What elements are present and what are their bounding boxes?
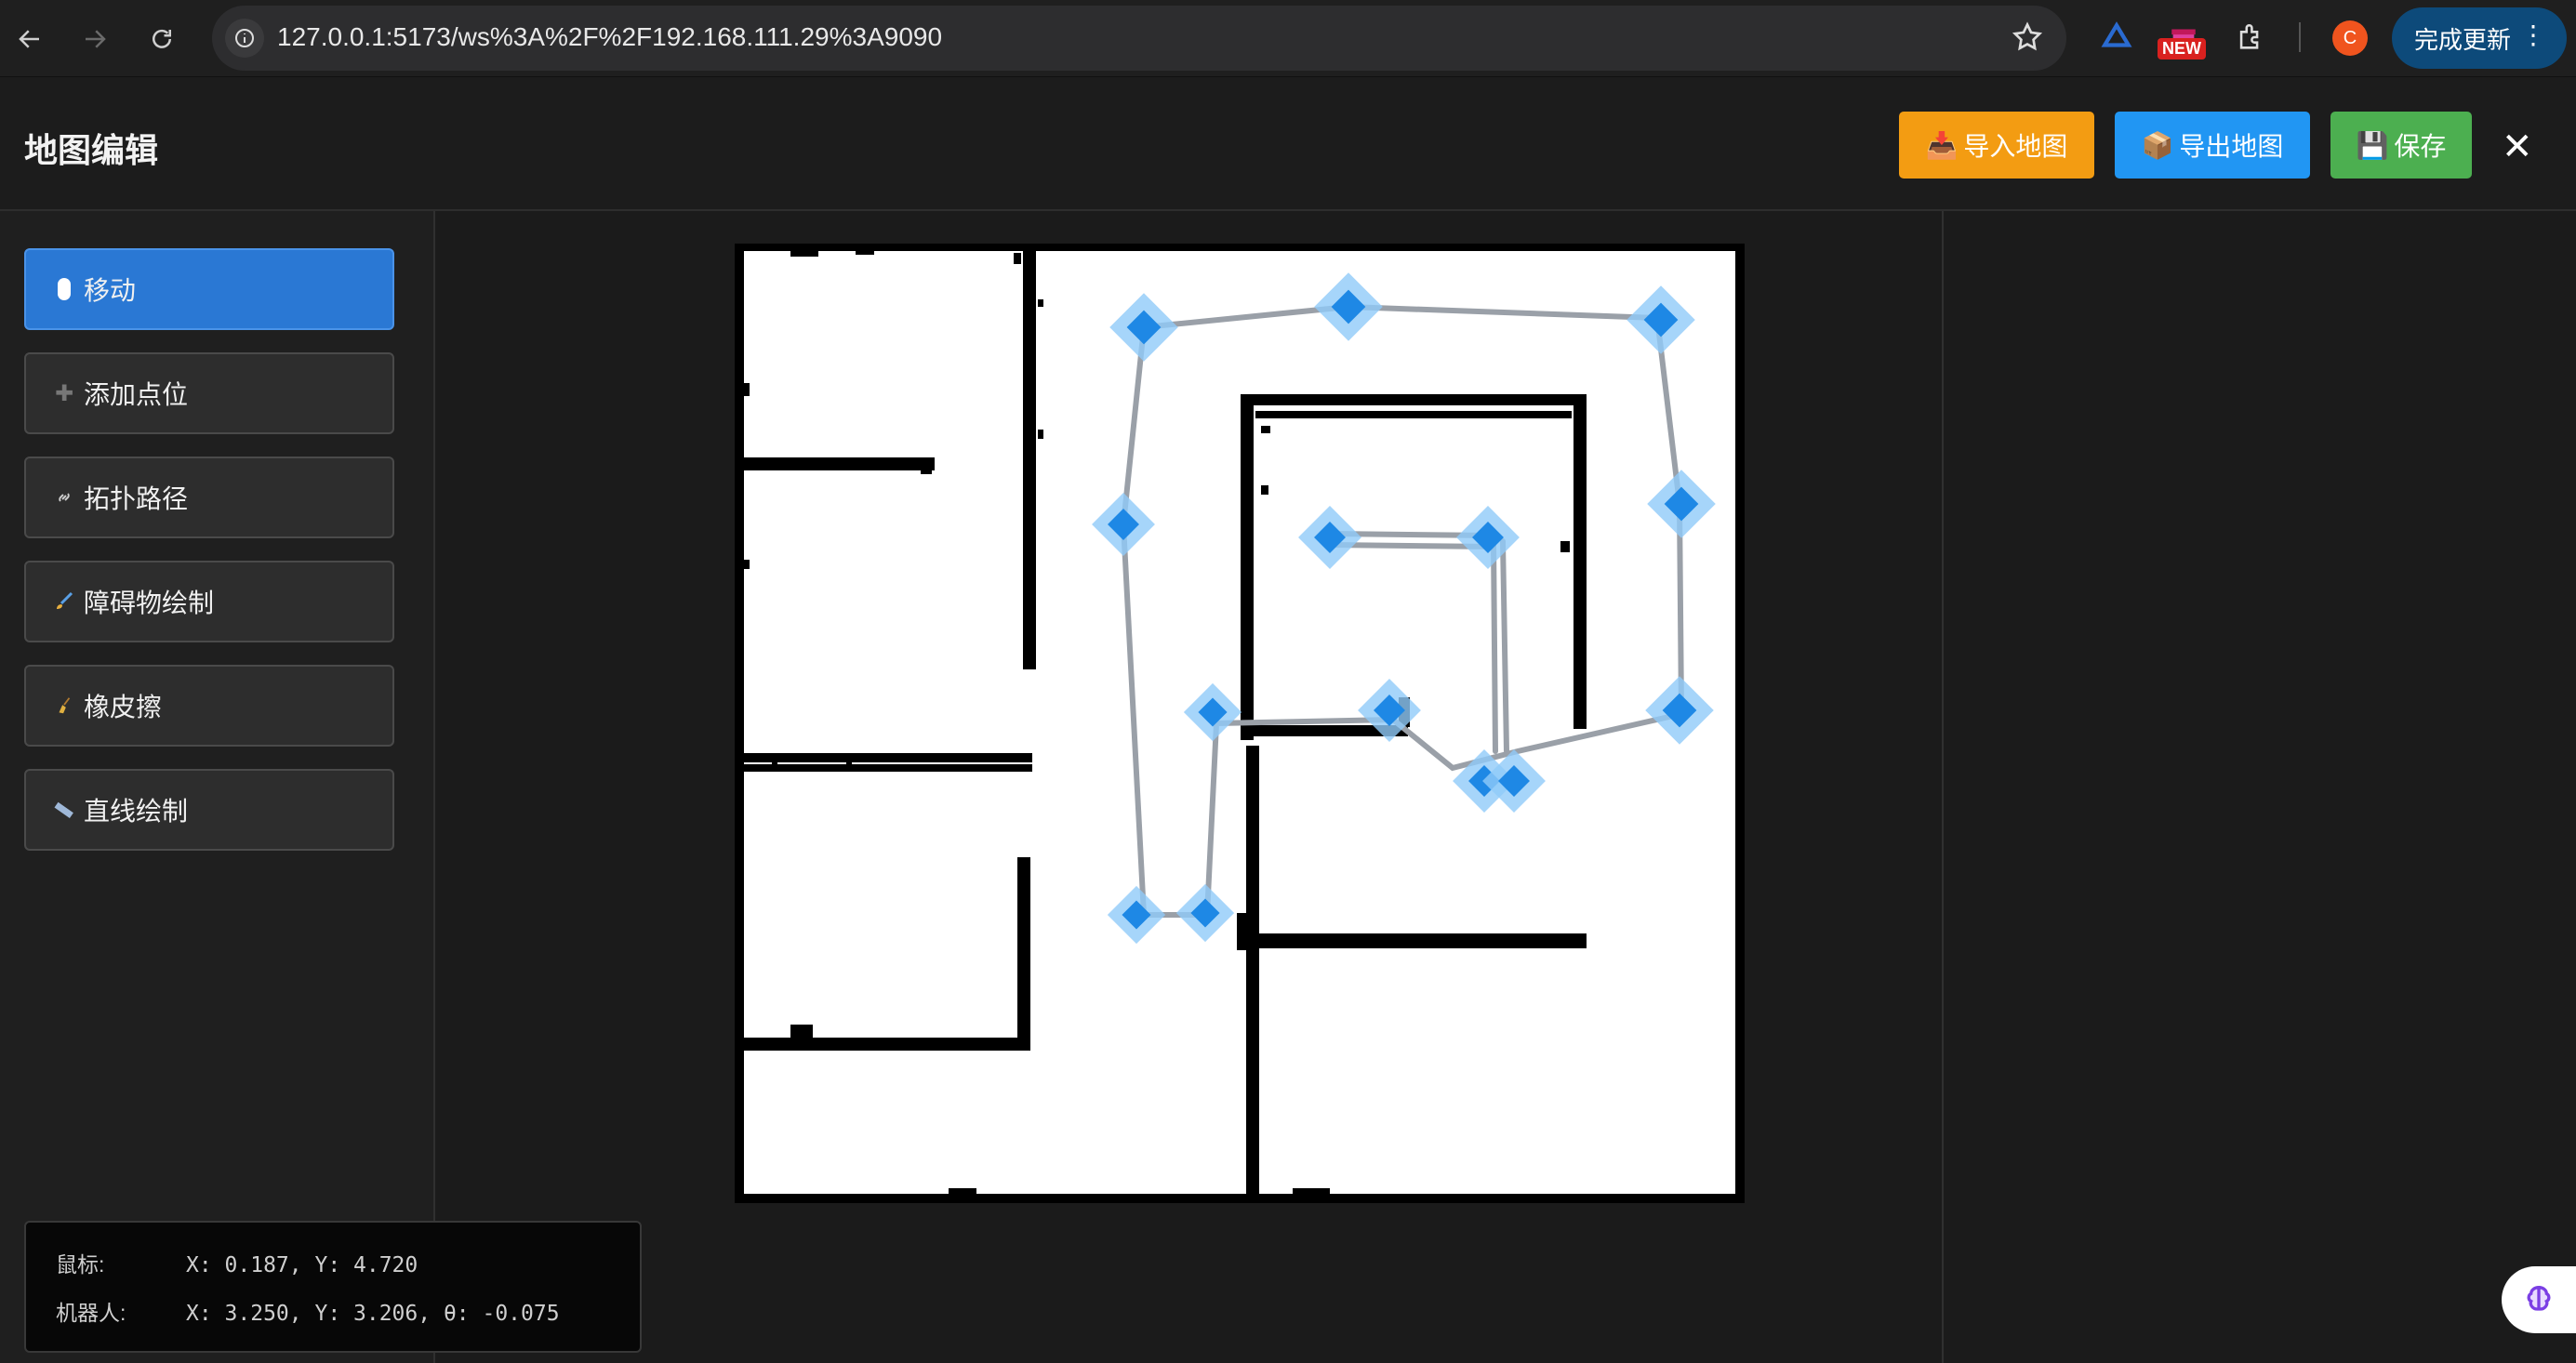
plus-icon: ✚ — [54, 380, 74, 406]
save-label: 保存 — [2394, 132, 2447, 161]
waypoint-nodes[interactable] — [1092, 272, 1716, 945]
browser-toolbar: 127.0.0.1:5173/ws%3A%2F%2F192.168.111.29… — [0, 0, 2576, 77]
waypoint-node[interactable] — [1645, 676, 1714, 745]
bookmark-star-icon[interactable] — [2011, 20, 2044, 54]
close-icon[interactable]: ✕ — [2502, 126, 2533, 168]
tool-eraser[interactable]: 橡皮擦 — [24, 665, 394, 747]
update-label: 完成更新 — [2414, 25, 2512, 54]
reload-icon[interactable] — [139, 17, 184, 61]
forward-icon[interactable] — [73, 17, 117, 61]
tool-label: 障碍物绘制 — [84, 589, 215, 617]
coordinate-status: 鼠标: X: 0.187, Y: 4.720 机器人: X: 3.250, Y: 3… — [24, 1221, 642, 1353]
menu-dots-icon[interactable]: ⋮ — [2520, 22, 2546, 48]
robot-pose: X: 3.250, Y: 3.206, θ: -0.075 — [186, 1302, 560, 1326]
waypoint-node[interactable] — [1175, 883, 1235, 943]
tool-move[interactable]: 移动 — [24, 248, 394, 330]
tool-topology-path[interactable]: 拓扑路径 — [24, 457, 394, 538]
drive-extension-icon[interactable] — [2098, 19, 2135, 56]
map-svg — [735, 244, 1745, 1203]
toolbar-divider — [2299, 22, 2301, 52]
properties-panel — [1942, 211, 2576, 1363]
editor-header: 地图编辑 📥 导入地图 📦 导出地图 💾 保存 ✕ — [0, 77, 2576, 211]
tool-label: 移动 — [84, 276, 137, 305]
tool-label: 添加点位 — [84, 380, 189, 409]
tool-label: 橡皮擦 — [84, 693, 163, 721]
waypoint-node[interactable] — [1109, 293, 1178, 362]
waypoint-node[interactable] — [1314, 272, 1383, 341]
tool-label: 直线绘制 — [84, 797, 189, 826]
mouse-label: 鼠标: — [56, 1252, 105, 1277]
tool-add-point[interactable]: ✚ 添加点位 — [24, 352, 394, 434]
new-badge: NEW — [2158, 38, 2206, 60]
mouse-icon — [52, 277, 76, 301]
update-button[interactable]: 完成更新 ⋮ — [2392, 7, 2567, 69]
address-bar[interactable]: 127.0.0.1:5173/ws%3A%2F%2F192.168.111.29… — [212, 6, 2066, 71]
tool-line-draw[interactable]: 直线绘制 — [24, 769, 394, 851]
tool-label: 拓扑路径 — [84, 484, 189, 513]
export-label: 导出地图 — [2179, 132, 2284, 161]
ruler-icon — [52, 799, 76, 821]
brush-icon — [52, 590, 76, 613]
waypoint-node[interactable] — [1183, 682, 1242, 742]
back-icon[interactable] — [7, 17, 52, 61]
mouse-coords: X: 0.187, Y: 4.720 — [186, 1253, 418, 1277]
assistant-brain-icon[interactable] — [2502, 1266, 2576, 1333]
waypoint-node[interactable] — [1456, 506, 1520, 569]
robot-label: 机器人: — [56, 1301, 126, 1325]
waypoint-node[interactable] — [1627, 285, 1695, 354]
export-map-button[interactable]: 📦 导出地图 — [2115, 112, 2310, 179]
import-label: 导入地图 — [1963, 132, 2068, 161]
page-title: 地图编辑 — [24, 131, 159, 169]
package-icon: 📦 — [2141, 130, 2174, 160]
profile-avatar[interactable]: C — [2332, 20, 2368, 56]
floppy-icon: 💾 — [2356, 130, 2389, 160]
import-map-button[interactable]: 📥 导入地图 — [1899, 112, 2094, 179]
url-text: 127.0.0.1:5173/ws%3A%2F%2F192.168.111.29… — [277, 22, 943, 51]
waypoint-node[interactable] — [1298, 506, 1361, 569]
tool-obstacle-draw[interactable]: 障碍物绘制 — [24, 561, 394, 642]
save-button[interactable]: 💾 保存 — [2330, 112, 2472, 179]
inbox-icon: 📥 — [1925, 130, 1959, 160]
occupancy-map[interactable] — [735, 244, 1745, 1203]
waypoint-node[interactable] — [1107, 885, 1166, 945]
waypoint-node[interactable] — [1092, 493, 1155, 556]
waypoint-node[interactable] — [1647, 470, 1716, 538]
site-info-icon[interactable] — [225, 19, 264, 58]
tool-sidebar: 移动 ✚ 添加点位 拓扑路径 障碍物绘制 橡皮擦 直线绘制 — [0, 211, 435, 1363]
link-icon — [52, 486, 76, 509]
extensions-puzzle-icon[interactable] — [2232, 19, 2269, 56]
broom-icon — [52, 695, 76, 716]
